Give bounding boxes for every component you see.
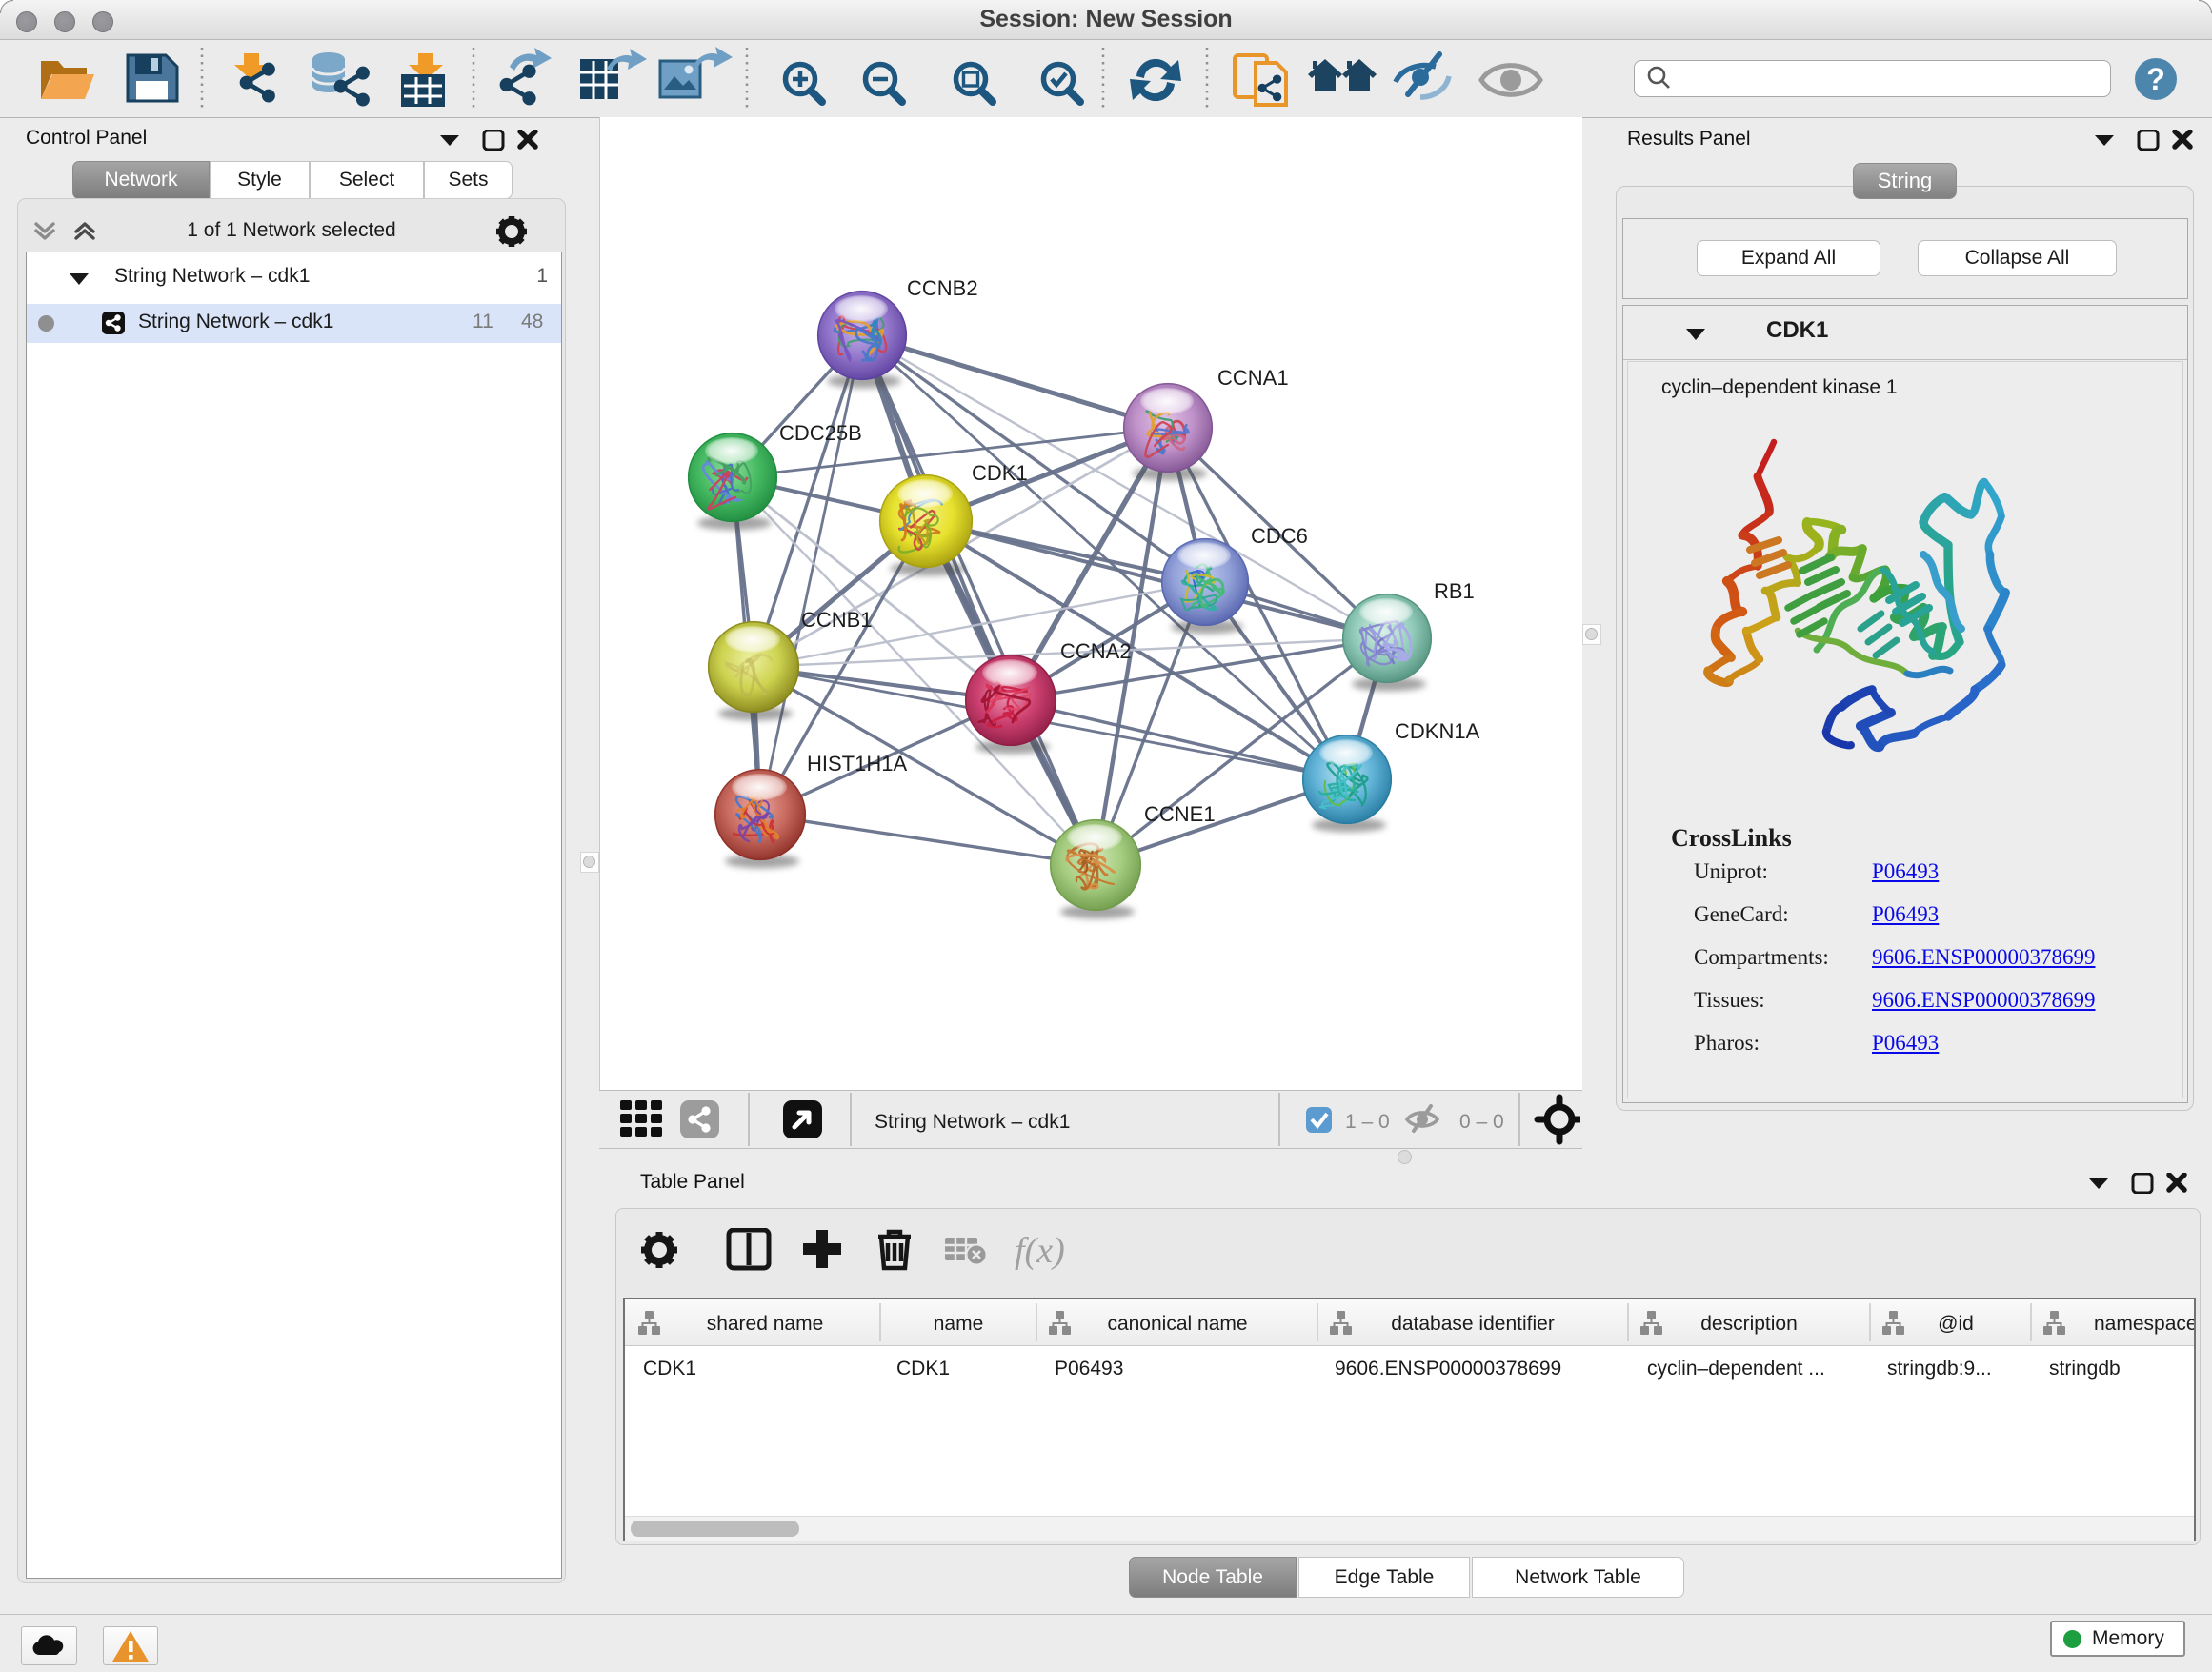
svg-text:CDC6: CDC6	[1251, 524, 1308, 548]
svg-text:CCNA2: CCNA2	[1060, 639, 1132, 663]
svg-text:CCNA1: CCNA1	[1217, 366, 1289, 390]
svg-text:0 – 0: 0 – 0	[1459, 1111, 1504, 1133]
svg-text:1 – 0: 1 – 0	[1345, 1111, 1390, 1133]
svg-text:database identifier: database identifier	[1391, 1313, 1555, 1335]
svg-text:f(x): f(x)	[1015, 1231, 1065, 1271]
svg-text:CCNB1: CCNB1	[801, 608, 873, 632]
svg-text:CCNB2: CCNB2	[907, 276, 978, 300]
svg-text:namespace: namespace	[2094, 1313, 2194, 1335]
svg-text:HIST1H1A: HIST1H1A	[807, 752, 907, 776]
svg-text:CCNE1: CCNE1	[1144, 802, 1216, 826]
svg-text:CDKN1A: CDKN1A	[1395, 719, 1480, 743]
svg-text:@id: @id	[1938, 1313, 1974, 1335]
svg-text:String Network – cdk1: String Network – cdk1	[875, 1111, 1070, 1133]
svg-text:canonical name: canonical name	[1107, 1313, 1247, 1335]
svg-text:shared name: shared name	[707, 1313, 824, 1335]
svg-text:CDC25B: CDC25B	[779, 421, 862, 445]
svg-text:CDK1: CDK1	[972, 461, 1028, 485]
svg-text:name: name	[934, 1313, 984, 1335]
svg-text:RB1: RB1	[1434, 579, 1475, 603]
svg-text:description: description	[1700, 1313, 1798, 1335]
